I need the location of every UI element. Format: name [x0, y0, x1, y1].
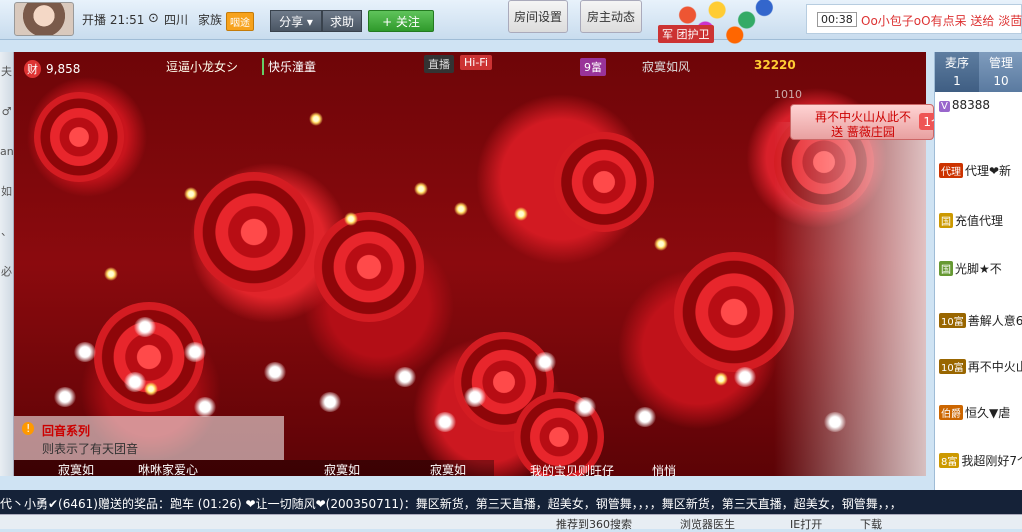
heart-particle [134, 317, 156, 337]
sparkle [514, 207, 528, 221]
sub-coin-count: 1010 [774, 88, 802, 101]
mic-queue-panel: 麦序 1 管理 10 V 88388 代理 代理❤新 国充值代理 国光脚★不 10富 善解… [934, 52, 1022, 490]
heart-particle [184, 342, 206, 362]
heart-particle [534, 352, 556, 372]
chat-time: 00:38 [817, 12, 857, 27]
left-strip-char: 夫 [1, 65, 12, 78]
host-name[interactable]: 逗逼小龙女シ [166, 58, 238, 75]
notice-panel: ! 回音系列 则表示了有天团音 [14, 416, 284, 460]
gift-user[interactable]: 寂寞如 [324, 461, 360, 476]
ticker-text: 代丶小勇✔(6461)赠送的奖品：跑车 (01:26) ❤让一切随风❤(2003… [0, 497, 902, 511]
heart-particle [434, 412, 456, 432]
user-row[interactable]: 8富我超刚好7个 [939, 452, 1022, 469]
heart-particle [194, 397, 216, 417]
heart-particle [394, 367, 416, 387]
user-row[interactable]: 伯爵 恒久▼虐 [939, 404, 1010, 421]
follow-button[interactable]: + 关注 [368, 10, 434, 32]
gift-ticker: 代丶小勇✔(6461)赠送的奖品：跑车 (01:26) ❤让一切随风❤(2003… [0, 490, 1022, 514]
heart-particle [264, 362, 286, 382]
user-row[interactable]: 代理 代理❤新 [939, 162, 1011, 179]
wealth-value: 9,858 [46, 62, 81, 76]
notice-title: 回音系列 [42, 424, 91, 438]
rose-image [554, 132, 654, 232]
gift-strip: 寂寞如 咻咻家爱心 寂寞如 寂寞如 [14, 460, 494, 476]
sparkle [414, 182, 428, 196]
rose-image [314, 212, 424, 322]
sparkle [104, 267, 118, 281]
heart-particle [574, 397, 596, 417]
user-row[interactable]: 国光脚★不 [939, 260, 1002, 277]
left-strip-char: an [0, 145, 14, 158]
video-fade-overlay [774, 122, 926, 476]
status-ie-open[interactable]: IE打开 [790, 516, 822, 532]
heart-particle [319, 392, 341, 412]
left-side-strip: 夫 ♂ an 如 、 必 [0, 52, 14, 476]
heart-particle [54, 387, 76, 407]
sparkle [184, 187, 198, 201]
heart-particle [734, 367, 756, 387]
status-browser-doctor[interactable]: 浏览器医生 [680, 516, 735, 532]
rose-image [34, 92, 124, 182]
live-start-time: 开播 21:51 [82, 13, 145, 27]
family-badge[interactable]: 咽途 [226, 12, 254, 31]
tab-mic-queue[interactable]: 麦序 1 [935, 52, 979, 92]
gift-user[interactable]: 寂寞如 [430, 461, 466, 476]
notice-text: 则表示了有天团音 [42, 442, 139, 456]
chat-message: Oo小包子oO有点呆 送给 淡茴 [861, 14, 1022, 28]
browser-status-bar: 推荐到360搜索 浏览器医生 IE打开 下载 [0, 514, 1022, 532]
room-header: 开播 21:51 ⊙ 四川 家族 咽途 分享 ▾ 求助 + 关注 房间设置 房主… [0, 0, 1022, 50]
family-label: 家族 [198, 13, 223, 27]
heart-particle [634, 407, 656, 427]
share-button[interactable]: 分享 ▾ [270, 10, 322, 32]
heart-particle [464, 387, 486, 407]
current-song: 快乐潼童 [262, 58, 316, 75]
gift-user[interactable]: 咻咻家爱心 [138, 461, 198, 476]
hifi-toggle[interactable]: Hi-Fi [460, 55, 492, 70]
user-row[interactable]: V 88388 [939, 98, 990, 112]
heart-particle [74, 342, 96, 362]
gift-user[interactable]: 寂寞如 [58, 461, 94, 476]
status-360-search[interactable]: 推荐到360搜索 [556, 516, 632, 532]
user-row[interactable]: 10富善解人意666 [939, 312, 1022, 329]
sparkle [144, 382, 158, 396]
status-download[interactable]: 下载 [860, 516, 882, 532]
guard-badge[interactable]: 军 团护卫 [658, 25, 714, 43]
notice-icon: ! [22, 422, 35, 435]
sparkle [344, 212, 358, 226]
left-strip-char: 必 [1, 265, 12, 278]
heart-particle [124, 372, 146, 392]
wealth-icon: 财 [24, 60, 41, 78]
host-news-button[interactable]: 房主动态 [580, 0, 642, 33]
rose-image [194, 172, 314, 292]
gift-sender[interactable]: 寂寞如风 [642, 58, 690, 75]
room-settings-button[interactable]: 房间设置 [508, 0, 568, 33]
help-button[interactable]: 求助 [322, 10, 362, 32]
left-strip-char: ♂ [1, 105, 12, 118]
user-row[interactable]: 国充值代理 [939, 212, 1003, 229]
user-row[interactable]: 10富再不中火山从此 [939, 358, 1022, 375]
whisper-toggle[interactable]: 悄悄 [652, 462, 676, 476]
sparkle [654, 237, 668, 251]
location: 四川 [164, 13, 189, 27]
coin-count: 32220 [754, 58, 796, 72]
sparkle [309, 112, 323, 126]
top-chat-ticker: 00:38 Oo小包子oO有点呆 送给 淡茴 [806, 4, 1022, 34]
promo-line2: 送 蔷薇庄园 [831, 125, 895, 139]
gift-promo-banner[interactable]: 再不中火山从此不 送 蔷薇庄园 1个 [790, 104, 947, 140]
tab-admin[interactable]: 管理 10 [979, 52, 1022, 92]
user-level-badge: 9富 [580, 58, 606, 76]
host-avatar[interactable] [14, 2, 74, 36]
live-toggle[interactable]: 直播 [424, 55, 454, 73]
chat-line: 我的宝贝则旺仔 [530, 464, 615, 476]
left-strip-char: 如 [1, 185, 12, 198]
sparkle [714, 372, 728, 386]
sparkle [454, 202, 468, 216]
location-pin-icon: ⊙ [148, 11, 159, 26]
left-strip-char: 、 [1, 225, 12, 238]
